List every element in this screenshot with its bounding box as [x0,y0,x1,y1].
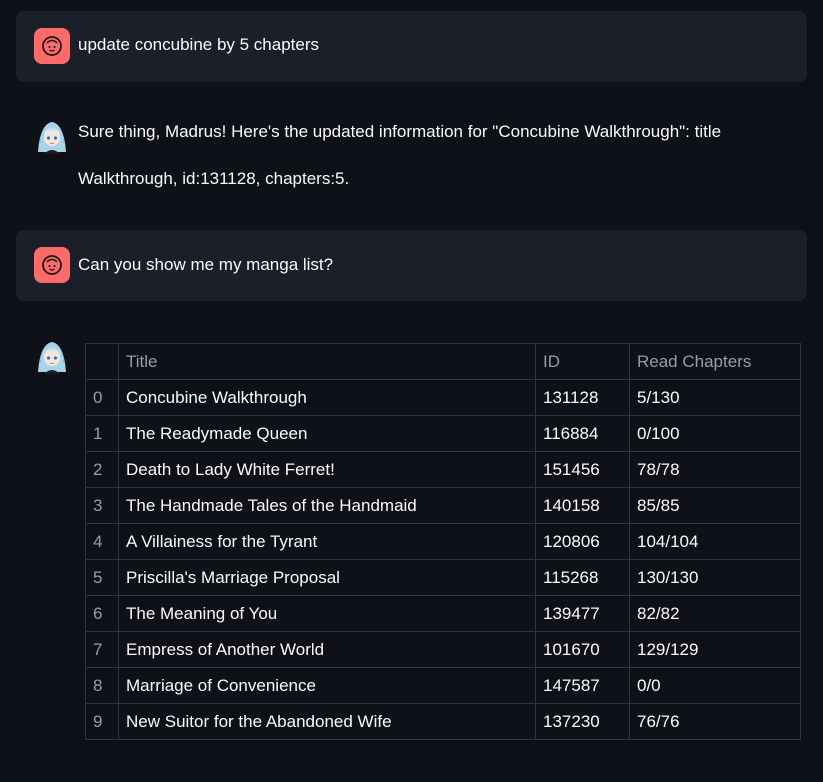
table-row[interactable]: 4A Villainess for the Tyrant 120806 104/10… [85,523,801,560]
manga-title-cell[interactable]: Empress of Another World [118,631,536,668]
table-row[interactable]: 9 New Suitor for the Abandoned Wife 137230… [85,703,801,740]
row-index[interactable]: 6 [85,595,119,632]
row-index[interactable]: 7 [85,631,119,668]
assistant-avatar-icon [34,338,70,374]
table-header-row: Title ID Read Chapters [85,343,801,380]
manga-id-cell[interactable]: 151456 [535,451,630,488]
table-row[interactable]: 0 Concubine Walkthrough 131128 5/130 [85,379,801,416]
user-message-text: update concubine by 5 chapters [78,35,320,54]
manga-id-cell[interactable]: 140158 [535,487,630,524]
manga-list-table[interactable]: Title ID Read Chapters 0 Concubine Walkth… [85,343,801,740]
manga-id-cell[interactable]: 115268 [535,559,630,596]
user-avatar-icon [34,28,70,64]
manga-title-cell[interactable]: Priscilla's Marriage Proposal [118,559,536,596]
read-chapters-cell[interactable]: 76/76 [629,703,801,740]
read-chapters-cell[interactable]: 0/0 [629,667,801,704]
manga-id-cell[interactable]: 120806 [535,523,630,560]
read-chapters-cell[interactable]: 0/100 [629,415,801,452]
id-column-header[interactable]: ID [535,343,630,380]
table-row[interactable]: 1 The Readymade Queen 116884 0/100 [85,415,801,452]
row-index[interactable]: 2 [85,451,119,488]
row-index[interactable]: 8 [85,667,119,704]
read-chapters-cell[interactable]: 104/104 [629,523,801,560]
assistant-message-1: Sure thing, Madrus! Here's the updated i… [16,100,807,210]
index-column-header[interactable] [85,343,119,380]
row-index[interactable]: 3 [85,487,119,524]
table-row[interactable]: 2 Death to Lady White Ferret! 151456 78/78 [85,451,801,488]
table-row[interactable]: 5 Priscilla's Marriage Proposal 115268 130/… [85,559,801,596]
read-chapters-cell[interactable]: 5/130 [629,379,801,416]
read-chapters-cell[interactable]: 82/82 [629,595,801,632]
manga-id-cell[interactable]: 147587 [535,667,630,704]
row-index[interactable]: 9 [85,703,119,740]
user-message-1: update concubine by 5 chapters [16,11,807,82]
read-chapters-cell[interactable]: 85/85 [629,487,801,524]
row-index[interactable]: 4 [85,523,119,560]
manga-id-cell[interactable]: 137230 [535,703,630,740]
manga-title-cell[interactable]: Concubine Walkthrough [118,379,536,416]
manga-title-cell[interactable]: The Handmade Tales of the Handmaid [118,487,536,524]
manga-id-cell[interactable]: 139477 [535,595,630,632]
manga-title-cell[interactable]: Marriage of Convenience [118,667,536,704]
user-avatar-icon [34,247,70,283]
table-row[interactable]: 7 Empress of Another World 101670 129/129 [85,631,801,668]
row-index[interactable]: 1 [85,415,119,452]
row-index[interactable]: 5 [85,559,119,596]
read-chapters-cell[interactable]: 78/78 [629,451,801,488]
read-chapters-cell[interactable]: 129/129 [629,631,801,668]
manga-id-cell[interactable]: 131128 [535,379,630,416]
user-message-text: Can you show me my manga list? [78,255,334,274]
assistant-message-line: Sure thing, Madrus! Here's the updated i… [78,122,722,141]
manga-id-cell[interactable]: 116884 [535,415,630,452]
manga-title-cell[interactable]: New Suitor for the Abandoned Wife [118,703,536,740]
manga-title-cell[interactable]: The Meaning of You [118,595,536,632]
user-message-2: Can you show me my manga list? [16,230,807,301]
read-chapters-column-header[interactable]: Read Chapters [629,343,801,380]
table-row[interactable]: 6 The Meaning of You 139477 82/82 [85,595,801,632]
read-chapters-cell[interactable]: 130/130 [629,559,801,596]
title-column-header[interactable]: Title [118,343,536,380]
manga-title-cell[interactable]: A Villainess for the Tyrant [118,523,536,560]
manga-title-cell[interactable]: Death to Lady White Ferret! [118,451,536,488]
assistant-avatar-icon [34,118,70,154]
row-index[interactable]: 0 [85,379,119,416]
assistant-message-line: Walkthrough, id:131128, chapters:5. [78,169,350,188]
table-row[interactable]: 8 Marriage of Convenience 147587 0/0 [85,667,801,704]
manga-title-cell[interactable]: The Readymade Queen [118,415,536,452]
manga-id-cell[interactable]: 101670 [535,631,630,668]
assistant-message-text: Sure thing, Madrus! Here's the updated i… [78,108,778,202]
table-row[interactable]: 3 The Handmade Tales of the Handmaid 14015… [85,487,801,524]
